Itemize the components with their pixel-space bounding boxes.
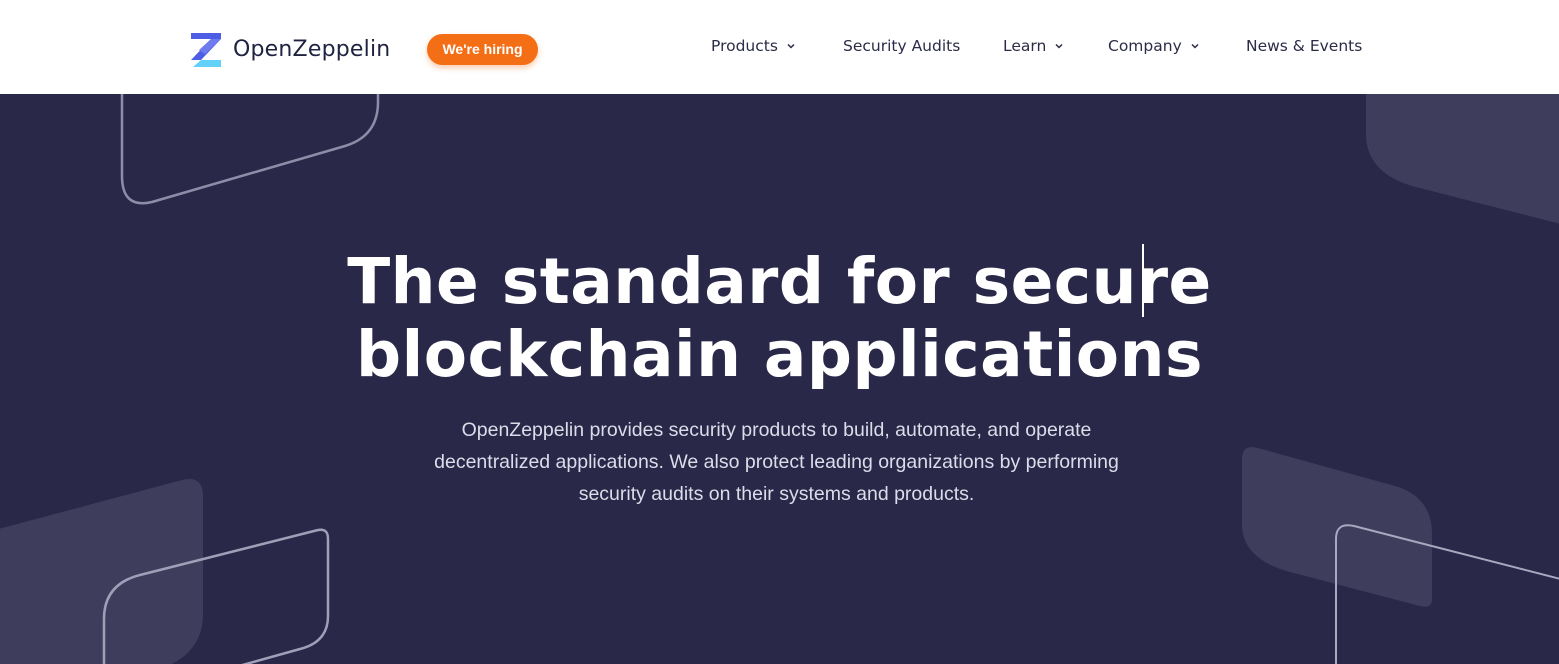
- hero-description: OpenZeppelin provides security products …: [419, 414, 1134, 510]
- hero-headline-line-2: blockchain applications: [356, 318, 1203, 391]
- nav-item-news-events[interactable]: News & Events: [1246, 35, 1362, 57]
- chevron-down-icon: [787, 43, 795, 49]
- chevron-down-icon: [1055, 43, 1063, 49]
- deco-filled-bottom-left: [0, 479, 203, 664]
- nav-item-company[interactable]: Company: [1108, 35, 1200, 57]
- deco-outline-top-left: [120, 94, 380, 205]
- text-cursor-caret: [1142, 244, 1144, 317]
- openzeppelin-logo-icon: [191, 33, 221, 67]
- hero-section: The standard for secure blockchain appli…: [0, 94, 1559, 664]
- nav-item-learn[interactable]: Learn: [1003, 35, 1064, 57]
- home-logo-link[interactable]: OpenZeppelin: [191, 33, 390, 67]
- page: OpenZeppelin We're hiring Products Secur…: [0, 0, 1559, 664]
- nav-item-label: Company: [1108, 37, 1182, 55]
- hero-description-line-1: OpenZeppelin provides security products …: [461, 419, 1092, 441]
- hero-headline: The standard for secure blockchain appli…: [0, 245, 1559, 391]
- nav-item-label: Learn: [1003, 37, 1047, 55]
- chevron-down-icon: [1191, 43, 1199, 49]
- hero-headline-line-1: The standard for secure: [347, 245, 1212, 318]
- hero-description-line-3: security audits on their systems and pro…: [578, 483, 975, 505]
- hiring-badge-button[interactable]: We're hiring: [427, 34, 538, 65]
- nav-item-products[interactable]: Products: [711, 35, 796, 57]
- nav-item-security-audits[interactable]: Security Audits: [843, 35, 960, 57]
- hero-description-line-2: decentralized applications. We also prot…: [434, 451, 1119, 473]
- nav-item-label: News & Events: [1246, 37, 1363, 55]
- nav-item-label: Products: [711, 37, 778, 55]
- nav-item-label: Security Audits: [843, 37, 961, 55]
- logo-wordmark: OpenZeppelin: [233, 37, 391, 62]
- deco-filled-top-right: [1366, 94, 1559, 224]
- top-navbar: OpenZeppelin We're hiring Products Secur…: [0, 0, 1559, 94]
